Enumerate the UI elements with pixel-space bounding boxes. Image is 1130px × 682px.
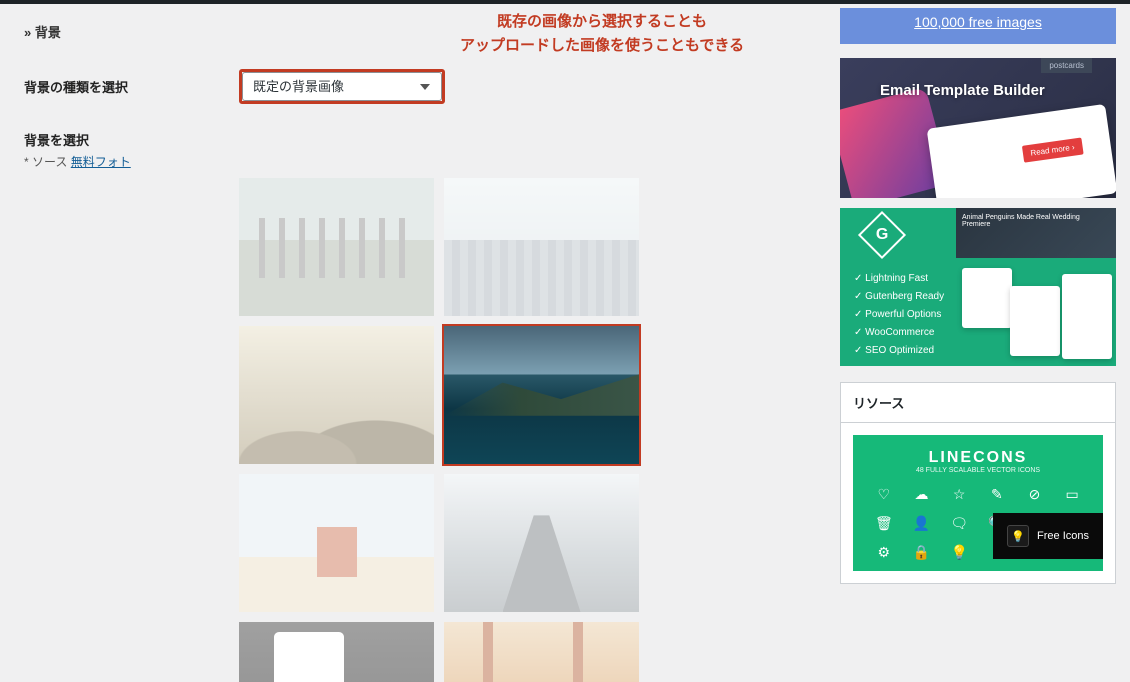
chat-icon: 🗨 [944, 515, 974, 532]
pencil-icon: ✎ [982, 486, 1012, 503]
feature-item: Gutenberg Ready [854, 288, 944, 306]
free-icons-label: Free Icons [1037, 530, 1089, 542]
free-photo-link[interactable]: 無料フォト [71, 155, 131, 169]
ad-email-title: Email Template Builder [880, 82, 1045, 99]
background-thumbnails [239, 178, 649, 682]
source-prefix: * ソース [24, 155, 71, 169]
bg-thumb-desert[interactable] [239, 326, 434, 464]
bg-thumb-road[interactable] [444, 474, 639, 612]
bg-type-label: 背景の種類を選択 [24, 77, 239, 96]
bg-thumb-lake[interactable] [444, 326, 639, 464]
user-icon: 👤 [907, 515, 937, 532]
rect-icon: ▭ [1057, 486, 1087, 503]
annotation-text: 既存の画像から選択することも アップロードした画像を使うこともできる [460, 10, 744, 58]
annotation-line2: アップロードした画像を使うこともできる [460, 34, 744, 58]
bg-select-label: 背景を選択 [24, 130, 239, 149]
bulb-icon: 💡 [944, 544, 974, 561]
linecons-subtitle: 48 FULLY SCALABLE VECTOR ICONS [863, 467, 1093, 474]
ad-linecons[interactable]: LINECONS 48 FULLY SCALABLE VECTOR ICONS … [853, 435, 1103, 571]
annotation-line1: 既存の画像から選択することも [460, 10, 744, 34]
ad-green-theme[interactable]: Animal Penguins Made Real Wedding Premie… [840, 208, 1116, 366]
bg-type-highlight: 既定の背景画像 [239, 69, 445, 104]
bulb-icon: 💡 [1007, 525, 1029, 547]
ad-green-strip: Animal Penguins Made Real Wedding Premie… [956, 208, 1116, 258]
bg-type-select[interactable]: 既定の背景画像 [242, 72, 442, 101]
free-images-link[interactable]: 100,000 free images [914, 14, 1042, 30]
ban-icon: ⊘ [1020, 486, 1050, 503]
free-icons-badge[interactable]: 💡 Free Icons [993, 513, 1103, 559]
cloud-icon: ☁ [907, 486, 937, 503]
ad-free-images[interactable]: 100,000 free images [840, 8, 1116, 44]
gear-icon: ⚙ [869, 544, 899, 561]
ad-green-logo: G [858, 211, 906, 259]
trash-icon: 🗑 [869, 515, 899, 532]
ad-email-readmore: Read more › [1021, 138, 1083, 163]
ad-green-features: Lightning Fast Gutenberg Ready Powerful … [854, 270, 944, 360]
star-icon: ☆ [944, 486, 974, 503]
bg-thumb-bridge[interactable] [444, 622, 639, 682]
feature-item: Lightning Fast [854, 270, 944, 288]
ad-email-tab: postcards [1041, 58, 1092, 73]
bg-thumb-city[interactable] [444, 178, 639, 316]
linecons-title: LINECONS [863, 449, 1093, 467]
lock2-icon: 🔒 [907, 544, 937, 561]
resource-heading: リソース [841, 383, 1115, 423]
bg-thumb-coffee[interactable] [239, 622, 434, 682]
heart-icon: ♡ [869, 486, 899, 503]
bg-thumb-beach[interactable] [239, 178, 434, 316]
bg-thumb-lifeguard[interactable] [239, 474, 434, 612]
feature-item: WooCommerce [854, 324, 944, 342]
resource-panel: リソース LINECONS 48 FULLY SCALABLE VECTOR I… [840, 382, 1116, 584]
feature-item: SEO Optimized [854, 342, 944, 360]
feature-item: Powerful Options [854, 306, 944, 324]
ad-email-builder[interactable]: postcards Email Template Builder Read mo… [840, 58, 1116, 198]
